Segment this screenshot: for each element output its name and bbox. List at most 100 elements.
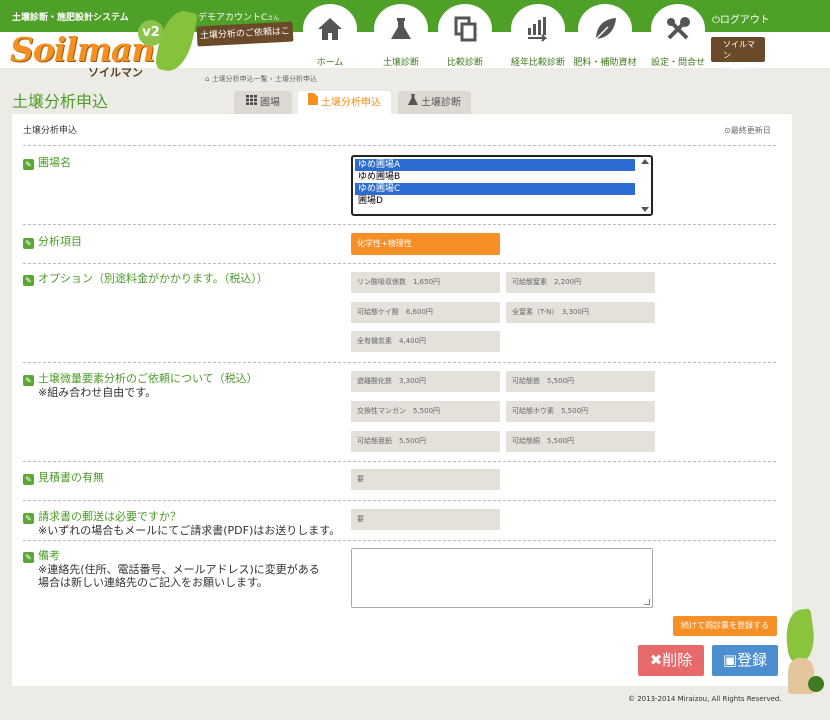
last-updated-label: 最終更新日 — [730, 126, 771, 135]
field-estimate-label-text: 見積書の有無 — [38, 471, 104, 484]
farm-option[interactable]: 圃場D — [355, 195, 635, 207]
analysis-item-selected[interactable]: 化学性+物理性 — [351, 233, 500, 255]
power-icon: ⏻ — [712, 15, 720, 26]
trace-chip[interactable]: 可給態ホウ素 5,500円 — [506, 401, 655, 422]
option-chip[interactable]: 可給態ケイ酸 6,600円 — [351, 302, 500, 323]
nav-settings-label: 設定・問合せ — [650, 58, 705, 68]
logo-version: v2 — [138, 20, 164, 46]
divider — [23, 263, 776, 264]
account-name: デモアカウントCさん — [198, 10, 279, 23]
divider — [23, 145, 776, 146]
pencil-icon: ✎ — [23, 513, 34, 524]
divider — [23, 500, 776, 501]
logout-link[interactable]: ⏻ログアウト — [712, 11, 770, 26]
field-remarks-note-1: ※連絡先(住所、電話番号、メールアドレス)に変更がある — [38, 563, 320, 576]
pencil-icon: ✎ — [23, 474, 34, 485]
tools-icon — [651, 4, 705, 54]
howto-link[interactable]: ソイルマン の使い方 — [711, 37, 765, 71]
leaf-icon — [578, 4, 632, 54]
scroll-down-icon[interactable] — [641, 207, 649, 212]
nav-compare-diagnosis[interactable]: 比較診断 — [432, 4, 498, 68]
breadcrumb-separator: › — [269, 75, 273, 83]
breadcrumb-current: 土壌分析申込 — [274, 75, 317, 83]
nav-home[interactable]: ホーム — [297, 4, 363, 68]
register-label: 登録 — [737, 651, 768, 669]
invoice-value[interactable]: 要 — [351, 509, 500, 530]
delete-button[interactable]: ✖削除 — [638, 645, 704, 676]
save-icon: ▣ — [722, 651, 738, 669]
last-updated: ⊙最終更新日 — [724, 125, 771, 136]
flask-icon — [408, 91, 418, 114]
pencil-icon: ✎ — [23, 275, 34, 286]
howto-line-1: ソイルマン — [723, 40, 755, 60]
howto-line-2: の使い方 — [723, 62, 755, 71]
field-options-label-text: オプション（別途料金がかかります。（税込）） — [38, 272, 268, 285]
copyright: © 2013-2014 Miraizou, All Rights Reserve… — [628, 695, 782, 703]
tab-soil-analysis-request[interactable]: 土壌分析申込 — [298, 91, 391, 114]
field-invoice-label: ✎ 請求書の郵送は必要ですか？ ※いずれの場合もメールにてご請求書(PDF)はお送り… — [23, 510, 340, 537]
page-title: 土壌分析申込 — [12, 92, 109, 111]
nav-soil-diagnosis-label: 土壌診断 — [382, 58, 419, 68]
trace-chip[interactable]: 可給態亜鉛 5,500円 — [351, 431, 500, 452]
option-chip[interactable]: リン酸吸収係数 1,650円 — [351, 272, 500, 293]
listbox-scrollbar[interactable] — [640, 159, 649, 212]
option-chip[interactable]: 全窒素（T-N） 3,300円 — [506, 302, 655, 323]
farm-option[interactable]: ゆめ圃場A — [355, 159, 635, 171]
nav-fertilizer[interactable]: 肥料・補助資材 — [572, 4, 638, 68]
option-chip[interactable]: 可給態窒素 2,200円 — [506, 272, 655, 293]
mascot-ball — [808, 676, 824, 692]
tab-soil-analysis-request-label: 土壌分析申込 — [321, 97, 381, 109]
resize-handle[interactable] — [644, 599, 650, 605]
nav-soil-diagnosis[interactable]: 土壌診断 — [368, 4, 434, 68]
field-trace-label: ✎ 土壌微量要素分析のご依頼について（税込） ※組み合わせ自由です。 — [23, 372, 258, 399]
field-remarks-note-2: 場合は新しい連絡先のご記入をお願いします。 — [38, 576, 268, 589]
grid-icon — [246, 91, 257, 114]
flask-icon — [374, 4, 428, 54]
continue-questionnaire-button[interactable]: 続けて問診票を登録する — [673, 616, 777, 636]
system-title: 土壌診断・施肥設計システム — [12, 13, 129, 23]
chart-arrow-icon — [511, 4, 565, 54]
pencil-icon: ✎ — [23, 375, 34, 386]
home-icon — [303, 4, 357, 54]
breadcrumb-link-list[interactable]: 土壌分析申込一覧 — [212, 75, 268, 83]
home-icon[interactable]: ⌂ — [205, 75, 209, 83]
delete-label: 削除 — [662, 651, 693, 669]
field-remarks-label-text: 備考 — [38, 549, 60, 562]
trace-chip[interactable]: 可給態銅 5,500円 — [506, 431, 655, 452]
option-chip[interactable]: 全有機炭素 4,400円 — [351, 331, 500, 352]
field-invoice-label-text: 請求書の郵送は必要ですか？ — [38, 510, 181, 523]
field-items-label: ✎ 分析項目 — [23, 235, 82, 249]
trace-chip[interactable]: 交換性マンガン 5,500円 — [351, 401, 500, 422]
field-trace-label-text: 土壌微量要素分析のご依頼について（税込） — [38, 372, 258, 385]
trace-chip[interactable]: 遊離酸化鉄 3,300円 — [351, 371, 500, 392]
nav-settings[interactable]: 設定・問合せ — [645, 4, 711, 68]
soilman-logo[interactable]: Soilman v2 ソイルマン — [10, 7, 199, 84]
logo-kana: ソイルマン — [88, 66, 143, 79]
divider — [23, 362, 776, 363]
trace-chip[interactable]: 可給態鉄 5,500円 — [506, 371, 655, 392]
soil-analysis-request-link[interactable]: 土壌分析のご依頼はこちら — [196, 21, 294, 59]
field-farm-label-text: 圃場名 — [38, 156, 71, 169]
scroll-up-icon[interactable] — [641, 159, 649, 164]
mascot-leaf — [782, 608, 818, 664]
estimate-value[interactable]: 要 — [351, 469, 500, 490]
field-options-label: ✎ オプション（別途料金がかかります。（税込）） — [23, 272, 268, 286]
nav-fertilizer-label: 肥料・補助資材 — [573, 58, 637, 68]
breadcrumb: ⌂ 土壌分析申込一覧 › 土壌分析申込 — [205, 74, 317, 84]
divider — [23, 540, 776, 541]
farm-select[interactable]: ゆめ圃場A ゆめ圃場B ゆめ圃場C 圃場D — [351, 155, 653, 216]
farm-option[interactable]: ゆめ圃場C — [355, 183, 635, 195]
account-name-text: デモアカウントC — [198, 13, 268, 23]
register-button[interactable]: ▣登録 — [712, 645, 778, 676]
field-remarks-label: ✎ 備考 ※連絡先(住所、電話番号、メールアドレス)に変更がある 場合は新しい連絡先の… — [23, 549, 320, 589]
tab-soil-diagnosis[interactable]: 土壌診断 — [398, 91, 471, 114]
clock-icon: ⊙ — [724, 126, 731, 135]
header: 土壌診断・施肥設計システム デモアカウントCさん Soilman v2 ソイルマ… — [0, 0, 830, 79]
divider — [23, 224, 776, 225]
tab-farm[interactable]: 圃場 — [234, 91, 292, 114]
tab-farm-label: 圃場 — [260, 97, 280, 109]
mascot-character — [782, 608, 824, 698]
farm-option[interactable]: ゆめ圃場B — [355, 171, 635, 183]
remarks-textarea[interactable] — [351, 548, 653, 608]
nav-yearly-compare[interactable]: 経年比較診断 — [505, 4, 571, 68]
